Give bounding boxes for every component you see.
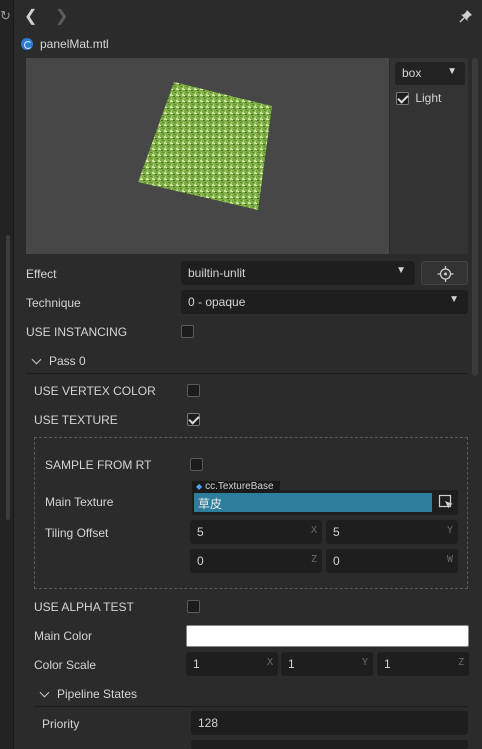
- pass-divider: [26, 373, 468, 374]
- use-alpha-test-label: USE ALPHA TEST: [34, 600, 134, 614]
- pipeline-states-label: Pipeline States: [57, 687, 138, 701]
- axis-w-label: W: [446, 554, 453, 565]
- tiling-offset-label: Tiling Offset: [45, 526, 109, 540]
- effect-value: builtin-unlit: [188, 266, 246, 280]
- technique-select[interactable]: 0 - opaque ▼: [181, 290, 468, 314]
- sample-from-rt-checkbox[interactable]: [190, 458, 203, 471]
- main-color-label: Main Color: [34, 629, 93, 643]
- preview-options: [390, 58, 468, 254]
- use-texture-checkbox[interactable]: [187, 413, 200, 426]
- chevron-down-icon: [31, 354, 42, 365]
- next-field-partial[interactable]: [191, 740, 468, 749]
- light-checkbox[interactable]: [396, 92, 409, 106]
- tiling-offset-w-value: 0: [333, 554, 340, 568]
- use-alpha-test-checkbox[interactable]: [187, 600, 200, 613]
- asset-picker-icon[interactable]: [438, 494, 454, 510]
- effect-label: Effect: [26, 267, 57, 281]
- priority-input[interactable]: 128: [191, 711, 468, 735]
- use-vertex-color-label: USE VERTEX COLOR: [34, 384, 156, 398]
- material-preview[interactable]: [26, 58, 389, 254]
- tiling-offset-w[interactable]: 0 W: [326, 549, 458, 573]
- pass-0-header[interactable]: Pass 0: [31, 354, 86, 368]
- axis-y-label: Y: [361, 657, 368, 668]
- axis-x-label: X: [310, 525, 317, 536]
- color-scale-label: Color Scale: [34, 658, 97, 672]
- use-vertex-color-checkbox[interactable]: [187, 384, 200, 397]
- locate-effect-button[interactable]: [421, 261, 468, 285]
- chevron-down-icon: ▼: [447, 66, 457, 77]
- target-icon: [437, 266, 454, 282]
- preview-mesh-value: box: [402, 66, 422, 80]
- pipeline-divider: [34, 706, 468, 707]
- chevron-down-icon: [39, 687, 50, 698]
- asset-name: panelMat.mtl: [40, 37, 109, 51]
- inspector-toolbar: ❮ ❯: [15, 0, 482, 32]
- tiling-offset-x[interactable]: 5 X: [190, 520, 322, 544]
- tiling-offset-y[interactable]: 5 Y: [326, 520, 458, 544]
- preview-cube: [138, 82, 272, 210]
- axis-x-label: X: [266, 657, 273, 668]
- left-panel-edge: ↻: [0, 0, 14, 749]
- left-scrollbar[interactable]: [6, 235, 10, 520]
- pipeline-states-header[interactable]: Pipeline States: [39, 687, 138, 701]
- light-label: Light: [415, 91, 442, 105]
- axis-z-label: Z: [310, 554, 317, 565]
- tiling-offset-x-value: 5: [197, 525, 204, 539]
- color-scale-x-value: 1: [193, 657, 200, 671]
- back-icon[interactable]: ❮: [24, 6, 37, 26]
- color-scale-z-value: 1: [384, 657, 391, 671]
- chevron-down-icon: ▼: [449, 294, 459, 305]
- material-file-icon: [21, 38, 33, 50]
- color-scale-y-value: 1: [288, 657, 295, 671]
- tiling-offset-y-value: 5: [333, 525, 340, 539]
- effect-select[interactable]: builtin-unlit ▼: [181, 261, 415, 285]
- forward-icon[interactable]: ❯: [55, 6, 68, 26]
- tiling-offset-z-value: 0: [197, 554, 204, 568]
- axis-z-label: Z: [457, 657, 464, 668]
- light-toggle[interactable]: Light: [396, 91, 442, 106]
- technique-value: 0 - opaque: [188, 295, 246, 309]
- texture-type-tag: ◆ cc.TextureBase: [192, 481, 280, 493]
- color-scale-z[interactable]: 1 Z: [377, 652, 469, 676]
- inspector-scrollbar[interactable]: [472, 58, 478, 376]
- asset-type-icon: ◆: [196, 482, 203, 491]
- use-texture-label: USE TEXTURE: [34, 413, 118, 427]
- main-texture-label: Main Texture: [45, 495, 114, 509]
- priority-value: 128: [198, 716, 219, 730]
- chevron-down-icon: ▼: [396, 265, 406, 276]
- sample-from-rt-label: SAMPLE FROM RT: [45, 458, 152, 472]
- color-scale-x[interactable]: 1 X: [186, 652, 278, 676]
- refresh-icon[interactable]: ↻: [0, 8, 11, 24]
- color-scale-y[interactable]: 1 Y: [281, 652, 373, 676]
- priority-label: Priority: [42, 717, 80, 731]
- main-texture-field[interactable]: 草皮: [192, 490, 458, 515]
- inspector-panel: ↻ ❮ ❯ panelMat.mtl box ▼ Light Effect bu…: [0, 0, 482, 749]
- use-instancing-checkbox[interactable]: [181, 325, 194, 338]
- tiling-offset-z[interactable]: 0 Z: [190, 549, 322, 573]
- pass-0-label: Pass 0: [49, 354, 86, 368]
- technique-label: Technique: [26, 296, 81, 310]
- asset-header: panelMat.mtl: [15, 32, 482, 56]
- main-texture-value: 草皮: [194, 493, 432, 512]
- axis-y-label: Y: [446, 525, 453, 536]
- use-instancing-label: USE INSTANCING: [26, 325, 128, 339]
- preview-mesh-select[interactable]: box ▼: [395, 62, 465, 85]
- pin-icon[interactable]: [459, 9, 473, 23]
- main-color-swatch[interactable]: [186, 625, 469, 647]
- texture-type-text: cc.TextureBase: [205, 481, 274, 492]
